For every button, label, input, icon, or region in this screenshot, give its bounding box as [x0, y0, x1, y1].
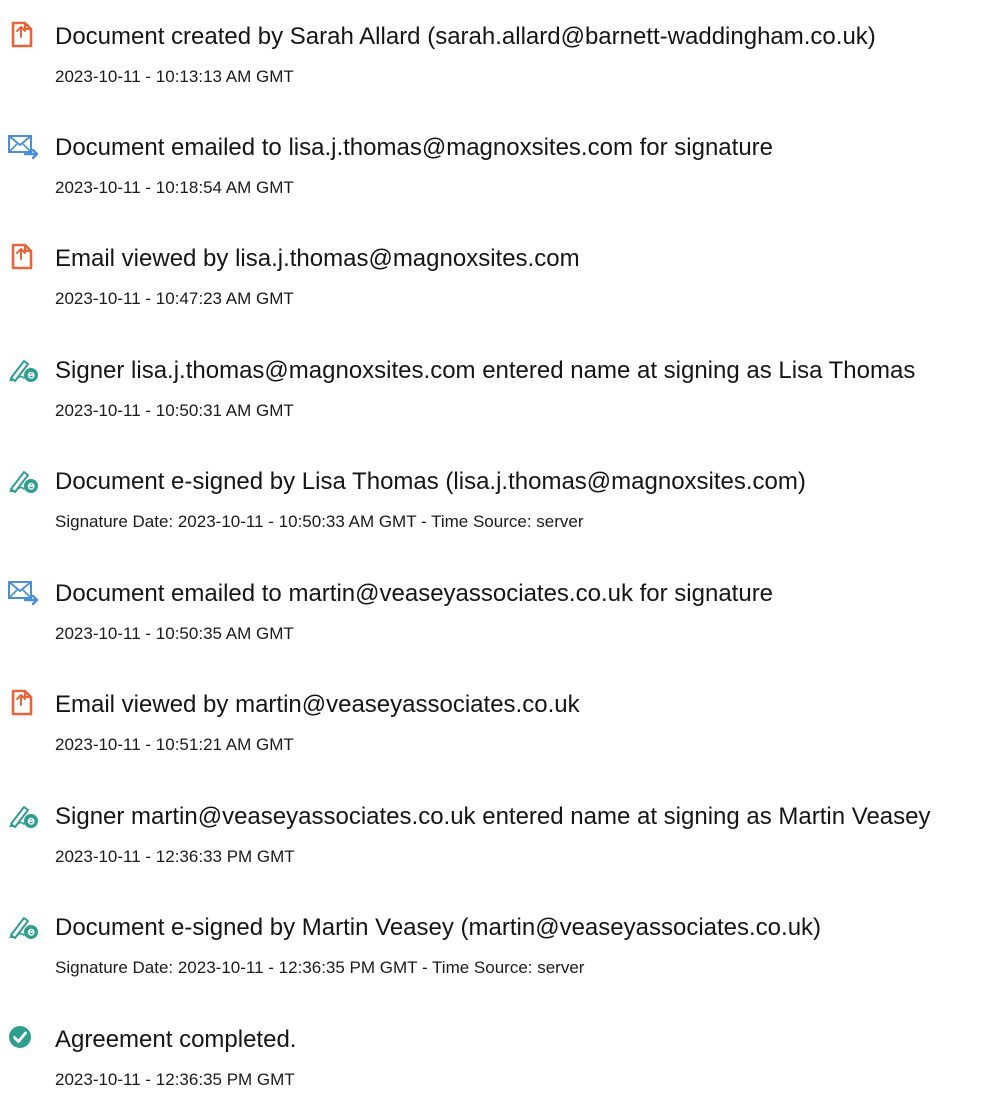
audit-event-viewed-lisa: Email viewed by lisa.j.thomas@magnoxsite…	[0, 230, 1006, 330]
event-title: Document e-signed by Martin Veasey (mart…	[55, 914, 822, 941]
audit-event-agreement-completed: Agreement completed. 2023-10-11 - 12:36:…	[0, 1011, 1006, 1111]
document-created-icon	[6, 20, 40, 50]
audit-event-signer-name-lisa: Signer lisa.j.thomas@magnoxsites.com ent…	[0, 342, 1006, 442]
audit-event-list: Document created by Sarah Allard (sarah.…	[0, 0, 1006, 1089]
check-circle-icon	[6, 1023, 40, 1053]
event-title: Document emailed to lisa.j.thomas@magnox…	[55, 134, 774, 161]
event-timestamp: 2023-10-11 - 10:50:35 AM GMT	[55, 624, 294, 643]
event-timestamp: 2023-10-11 - 10:51:21 AM GMT	[55, 735, 294, 754]
event-timestamp: Signature Date: 2023-10-11 - 10:50:33 AM…	[55, 512, 584, 531]
event-title: Email viewed by lisa.j.thomas@magnoxsite…	[55, 245, 580, 272]
event-timestamp: 2023-10-11 - 12:36:35 PM GMT	[55, 1070, 295, 1089]
audit-event-signed-martin: Document e-signed by Martin Veasey (mart…	[0, 899, 1006, 999]
event-title: Agreement completed.	[55, 1026, 297, 1053]
email-sent-icon	[6, 577, 40, 607]
e-sign-pen-icon	[6, 800, 40, 830]
event-title: Email viewed by martin@veaseyassociates.…	[55, 691, 580, 718]
event-timestamp: 2023-10-11 - 10:50:31 AM GMT	[55, 401, 294, 420]
audit-event-signer-name-martin: Signer martin@veaseyassociates.co.uk ent…	[0, 788, 1006, 888]
audit-event-document-created: Document created by Sarah Allard (sarah.…	[0, 8, 1006, 108]
audit-event-emailed-martin: Document emailed to martin@veaseyassocia…	[0, 565, 1006, 665]
event-timestamp: 2023-10-11 - 10:18:54 AM GMT	[55, 178, 294, 197]
e-sign-pen-icon	[6, 354, 40, 384]
e-sign-pen-icon	[6, 465, 40, 495]
event-title: Document emailed to martin@veaseyassocia…	[55, 580, 774, 607]
email-viewed-icon	[6, 242, 40, 272]
audit-event-emailed-lisa: Document emailed to lisa.j.thomas@magnox…	[0, 119, 1006, 219]
event-timestamp: Signature Date: 2023-10-11 - 12:36:35 PM…	[55, 958, 585, 977]
event-timestamp: 2023-10-11 - 10:13:13 AM GMT	[55, 67, 294, 86]
event-title: Document e-signed by Lisa Thomas (lisa.j…	[55, 468, 806, 495]
email-sent-icon	[6, 131, 40, 161]
e-sign-pen-icon	[6, 911, 40, 941]
event-title: Document created by Sarah Allard (sarah.…	[55, 23, 876, 50]
event-title: Signer lisa.j.thomas@magnoxsites.com ent…	[55, 357, 916, 384]
email-viewed-icon	[6, 688, 40, 718]
event-timestamp: 2023-10-11 - 12:36:33 PM GMT	[55, 847, 295, 866]
audit-event-signed-lisa: Document e-signed by Lisa Thomas (lisa.j…	[0, 453, 1006, 553]
audit-event-viewed-martin: Email viewed by martin@veaseyassociates.…	[0, 676, 1006, 776]
event-timestamp: 2023-10-11 - 10:47:23 AM GMT	[55, 289, 294, 308]
event-title: Signer martin@veaseyassociates.co.uk ent…	[55, 803, 931, 830]
